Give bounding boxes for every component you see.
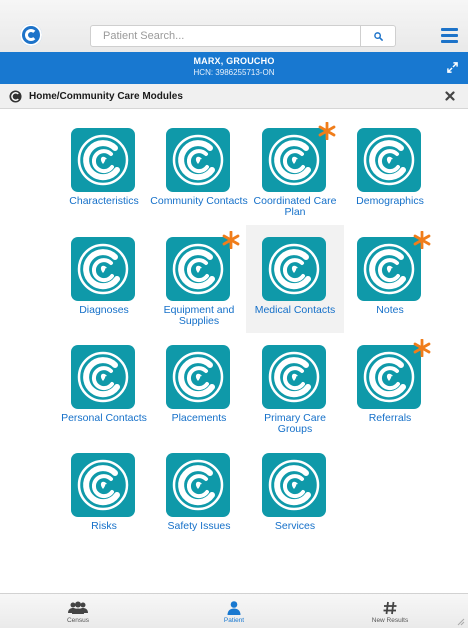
module-label: Medical Contacts — [254, 304, 336, 316]
module-label: Diagnoses — [79, 304, 129, 316]
module-tile-community-contacts[interactable]: Community Contacts — [150, 116, 248, 224]
module-logo-icon — [71, 453, 135, 517]
module-label: Personal Contacts — [61, 412, 147, 424]
module-logo-icon — [262, 345, 326, 409]
module-label: Coordinated Care Plan — [253, 195, 337, 218]
module-tile-services[interactable]: Services — [246, 441, 344, 549]
module-tile-demographics[interactable]: Demographics — [341, 116, 439, 224]
module-logo-icon — [71, 128, 135, 192]
module-tile-risks[interactable]: Risks — [55, 441, 153, 549]
flag-asterisk-icon — [413, 338, 431, 358]
module-tile-notes[interactable]: Notes — [341, 225, 439, 333]
module-tile-safety-issues[interactable]: Safety Issues — [150, 441, 248, 549]
module-logo-icon — [262, 128, 326, 192]
module-tile-placements[interactable]: Placements — [150, 333, 248, 441]
module-label: Risks — [91, 520, 117, 532]
module-label: Primary Care Groups — [264, 412, 326, 435]
module-tile-coordinated-care-plan[interactable]: Coordinated Care Plan — [246, 116, 344, 224]
module-logo-icon — [166, 453, 230, 517]
module-logo-icon — [166, 128, 230, 192]
module-label: Referrals — [368, 412, 412, 424]
module-tile-diagnoses[interactable]: Diagnoses — [55, 225, 153, 333]
module-logo-icon — [357, 237, 421, 301]
tab-patient[interactable]: Patient — [156, 594, 312, 629]
module-tile-equipment-and-supplies[interactable]: Equipment and Supplies — [150, 225, 248, 333]
flag-asterisk-icon — [413, 230, 431, 250]
module-logo-icon — [166, 237, 230, 301]
module-label: Placements — [171, 412, 227, 424]
module-logo-icon — [262, 453, 326, 517]
module-label: Community Contacts — [150, 195, 248, 207]
module-label: Demographics — [356, 195, 424, 207]
module-tile-personal-contacts[interactable]: Personal Contacts — [55, 333, 153, 441]
users-icon — [67, 601, 89, 615]
module-logo-icon — [357, 128, 421, 192]
hash-icon — [379, 601, 401, 615]
resize-grip-icon[interactable] — [455, 616, 465, 626]
tab-label: Census — [66, 617, 90, 624]
module-logo-icon — [357, 345, 421, 409]
bottom-tab-bar: Census Patient New Results — [0, 593, 468, 628]
module-tile-primary-care-groups[interactable]: Primary Care Groups — [246, 333, 344, 441]
module-label: Equipment and Supplies — [163, 304, 235, 327]
module-grid: Characteristics Community Contacts Coordin… — [0, 0, 468, 628]
tab-new-results[interactable]: New Results — [312, 594, 468, 629]
flag-asterisk-icon — [222, 230, 240, 250]
module-label: Safety Issues — [167, 520, 231, 532]
tab-label: New Results — [371, 617, 409, 624]
flag-asterisk-icon — [318, 121, 336, 141]
module-tile-medical-contacts[interactable]: Medical Contacts — [246, 225, 344, 333]
module-tile-referrals[interactable]: Referrals — [341, 333, 439, 441]
tab-census[interactable]: Census — [0, 594, 156, 629]
person-icon — [223, 601, 245, 615]
module-label: Characteristics — [69, 195, 139, 207]
module-logo-icon — [71, 237, 135, 301]
tab-label: Patient — [223, 617, 245, 624]
module-tile-characteristics[interactable]: Characteristics — [55, 116, 153, 224]
module-label: Notes — [376, 304, 404, 316]
module-label: Services — [274, 520, 316, 532]
module-logo-icon — [71, 345, 135, 409]
module-logo-icon — [166, 345, 230, 409]
module-logo-icon — [262, 237, 326, 301]
